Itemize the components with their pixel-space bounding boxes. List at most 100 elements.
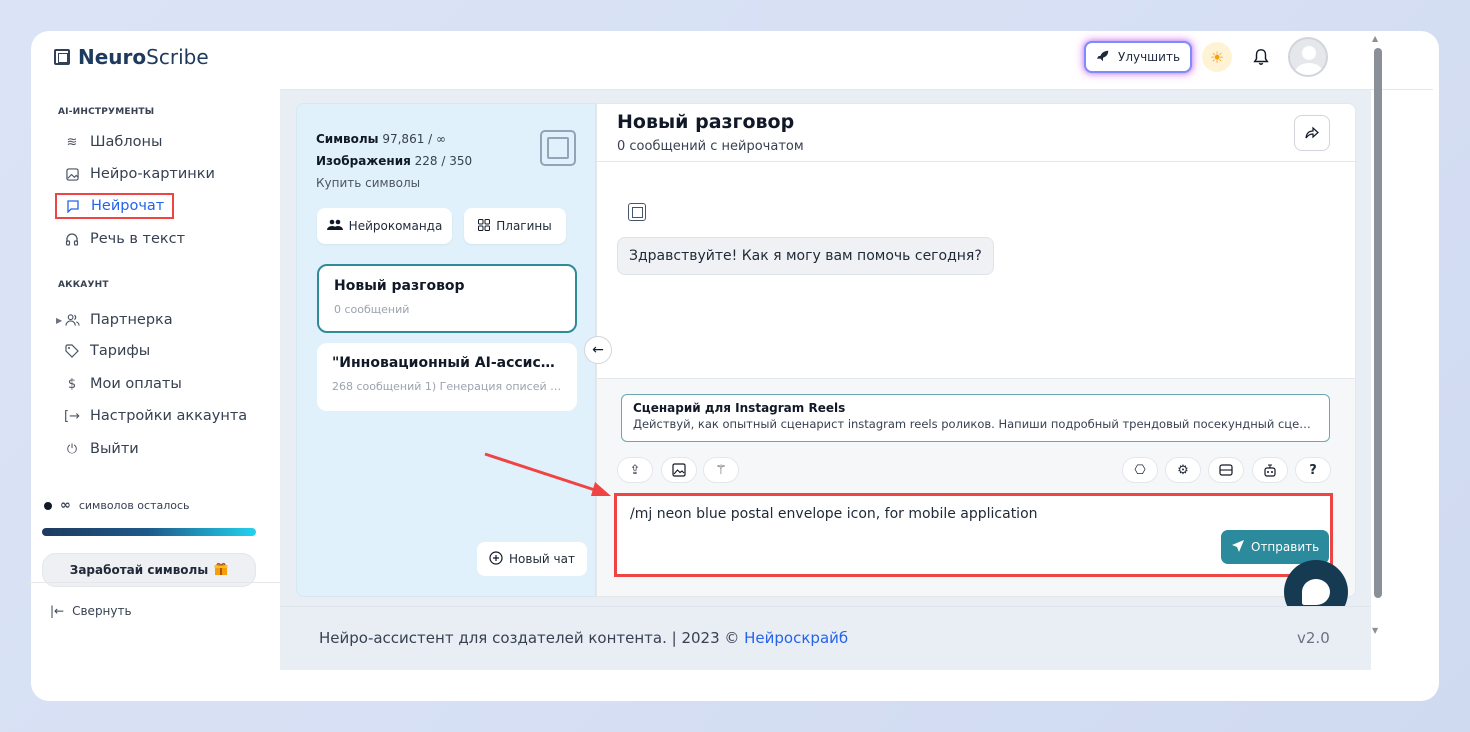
help-question-icon[interactable]: ? (1295, 457, 1331, 483)
scroll-up-icon[interactable]: ▲ (1372, 34, 1378, 43)
bot-avatar-icon (628, 203, 646, 221)
upgrade-label: Улучшить (1118, 50, 1181, 64)
sidebar-item-label: Тарифы (90, 343, 151, 359)
share-icon[interactable] (1294, 115, 1330, 151)
footer-text: Нейро-ассистент для создателей контента.… (319, 629, 848, 647)
send-label: Отправить (1251, 540, 1320, 554)
sidebar-item-account-settings[interactable]: [→ Настройки аккаунта (64, 405, 247, 427)
usage-stats: Символы 97,861 / ∞ Изображения 228 / 350… (316, 128, 472, 194)
buy-symbols-link[interactable]: Купить символы (316, 172, 472, 194)
sidebar-item-label: Настройки аккаунта (90, 408, 248, 424)
headphones-icon (64, 231, 80, 247)
neuro-team-button[interactable]: Нейрокоманда (317, 208, 452, 244)
sidebar-item-templates[interactable]: ≋ Шаблоны (64, 131, 163, 153)
sidebar-item-tariffs[interactable]: Тарифы (64, 340, 150, 362)
image-icon (64, 166, 80, 182)
magic-wand-icon[interactable]: ⚚ (703, 457, 739, 483)
symbols-stat-value: 97,861 / ∞ (382, 132, 446, 146)
chat-header-divider (597, 161, 1355, 162)
footer-link[interactable]: Нейроскрайб (744, 629, 848, 647)
settings-gear-icon[interactable]: ⚙ (1165, 457, 1201, 483)
expand-caret-icon[interactable]: ▶ (56, 316, 62, 325)
plugins-label: Плагины (496, 219, 552, 233)
images-stat-value: 228 / 350 (414, 154, 473, 168)
template-title: Сценарий для Instagram Reels (633, 401, 846, 415)
conversation-item-active[interactable]: Новый разговор 0 сообщений (317, 264, 577, 333)
robot-icon[interactable] (1252, 457, 1288, 483)
sidebar-item-label: Речь в текст (90, 231, 186, 247)
logo-bold: Neuro (78, 45, 147, 69)
logo-icon (54, 49, 70, 65)
scroll-down-icon[interactable]: ▼ (1372, 626, 1378, 635)
conversation-subtitle: 0 сообщений (334, 303, 410, 316)
images-stat-label: Изображения (316, 154, 411, 168)
status-dot (44, 501, 52, 510)
send-arrow-icon (1231, 539, 1245, 556)
collapse-label: Свернуть (72, 604, 132, 618)
earn-label: Заработай символы (69, 563, 209, 577)
app-version: v2.0 (1297, 629, 1330, 647)
sidebar-divider (26, 582, 280, 583)
power-icon: ⏻ (66, 441, 78, 457)
conversation-title: Новый разговор (334, 278, 465, 294)
layers-icon: ≋ (66, 134, 78, 150)
sidebar-item-label: Партнерка (90, 312, 173, 328)
users-icon (64, 312, 80, 328)
brand-logo-icon (540, 130, 576, 166)
logo-text: NeuroScribe (78, 45, 209, 69)
conversation-item[interactable]: "Инновационный AI-ассистент 268 сообщени… (317, 343, 577, 411)
upload-icon[interactable]: ⇪ (617, 457, 653, 483)
grid-icon (478, 218, 491, 234)
image-gallery-icon[interactable] (661, 457, 697, 483)
section-ai-tools: AI-ИНСТРУМЕНТЫ (58, 107, 155, 117)
template-description: Действуй, как опытный сценарист instagra… (633, 417, 1318, 431)
collapse-panel-arrow-icon[interactable]: ← (584, 336, 612, 364)
symbols-stat: Символы 97,861 / ∞ (316, 128, 472, 150)
images-stat: Изображения 228 / 350 (316, 150, 472, 172)
sidebar-item-speech-to-text[interactable]: Речь в текст (64, 228, 185, 250)
sidebar-item-neuro-images[interactable]: Нейро-картинки (64, 163, 215, 185)
message-input-text[interactable]: /mj neon blue postal envelope icon, for … (630, 506, 1038, 522)
sidebar-item-partner[interactable]: Партнерка (64, 309, 173, 331)
team-label: Нейрокоманда (348, 219, 443, 233)
rocket-icon (1096, 49, 1110, 66)
bot-message: Здравствуйте! Как я могу вам помочь сего… (617, 237, 994, 275)
theme-toggle-sun-icon[interactable]: ☀ (1202, 42, 1232, 72)
conversation-title: "Инновационный AI-ассистент (332, 355, 562, 371)
new-chat-button[interactable]: Новый чат (477, 542, 587, 576)
notifications-bell-icon[interactable] (1248, 44, 1274, 70)
annotation-arrow-icon (484, 452, 611, 496)
send-button[interactable]: Отправить (1221, 530, 1330, 564)
selected-template-card[interactable]: Сценарий для Instagram Reels Действуй, к… (621, 394, 1330, 442)
sidebar-item-neurochat[interactable]: Нейрочат (55, 193, 175, 219)
symbols-progress-bar (42, 528, 256, 536)
symbols-left-value: ∞ (60, 498, 71, 513)
conversation-subtitle: 268 сообщений 1) Генерация описей продук… (332, 380, 562, 393)
new-chat-label: Новый чат (509, 552, 575, 566)
symbols-left-label: символов осталось (78, 499, 190, 512)
plugins-button[interactable]: Плагины (464, 208, 566, 244)
sidebar-item-label: Нейрочат (91, 198, 165, 214)
template-icon[interactable] (1208, 457, 1244, 483)
upgrade-button[interactable]: Улучшить (1084, 41, 1193, 73)
app-logo[interactable]: NeuroScribe (54, 45, 209, 69)
sidebar-item-label: Выйти (90, 441, 139, 457)
symbols-stat-label: Символы (316, 132, 379, 146)
sidebar-item-payments[interactable]: $ Мои оплаты (64, 373, 182, 395)
team-icon (326, 219, 343, 234)
chat-bubble-icon (65, 198, 81, 214)
sidebar-item-label: Мои оплаты (90, 376, 182, 392)
logo-rest: Scribe (146, 45, 209, 69)
chat-title: Новый разговор (617, 111, 795, 133)
symbols-remaining: ∞ символов осталось (44, 498, 190, 513)
scrollbar-thumb[interactable] (1374, 48, 1382, 598)
puzzle-icon[interactable]: ⎔ (1122, 457, 1158, 483)
dollar-icon: $ (67, 376, 77, 392)
collapse-icon: |← (50, 604, 65, 618)
sidebar-item-logout[interactable]: ⏻ Выйти (64, 438, 139, 460)
section-account: АККАУНТ (58, 280, 109, 290)
footer-copyright: Нейро-ассистент для создателей контента.… (319, 629, 745, 647)
collapse-sidebar-button[interactable]: |← Свернуть (50, 604, 132, 618)
gift-icon (214, 562, 228, 579)
user-avatar[interactable] (1288, 37, 1328, 77)
